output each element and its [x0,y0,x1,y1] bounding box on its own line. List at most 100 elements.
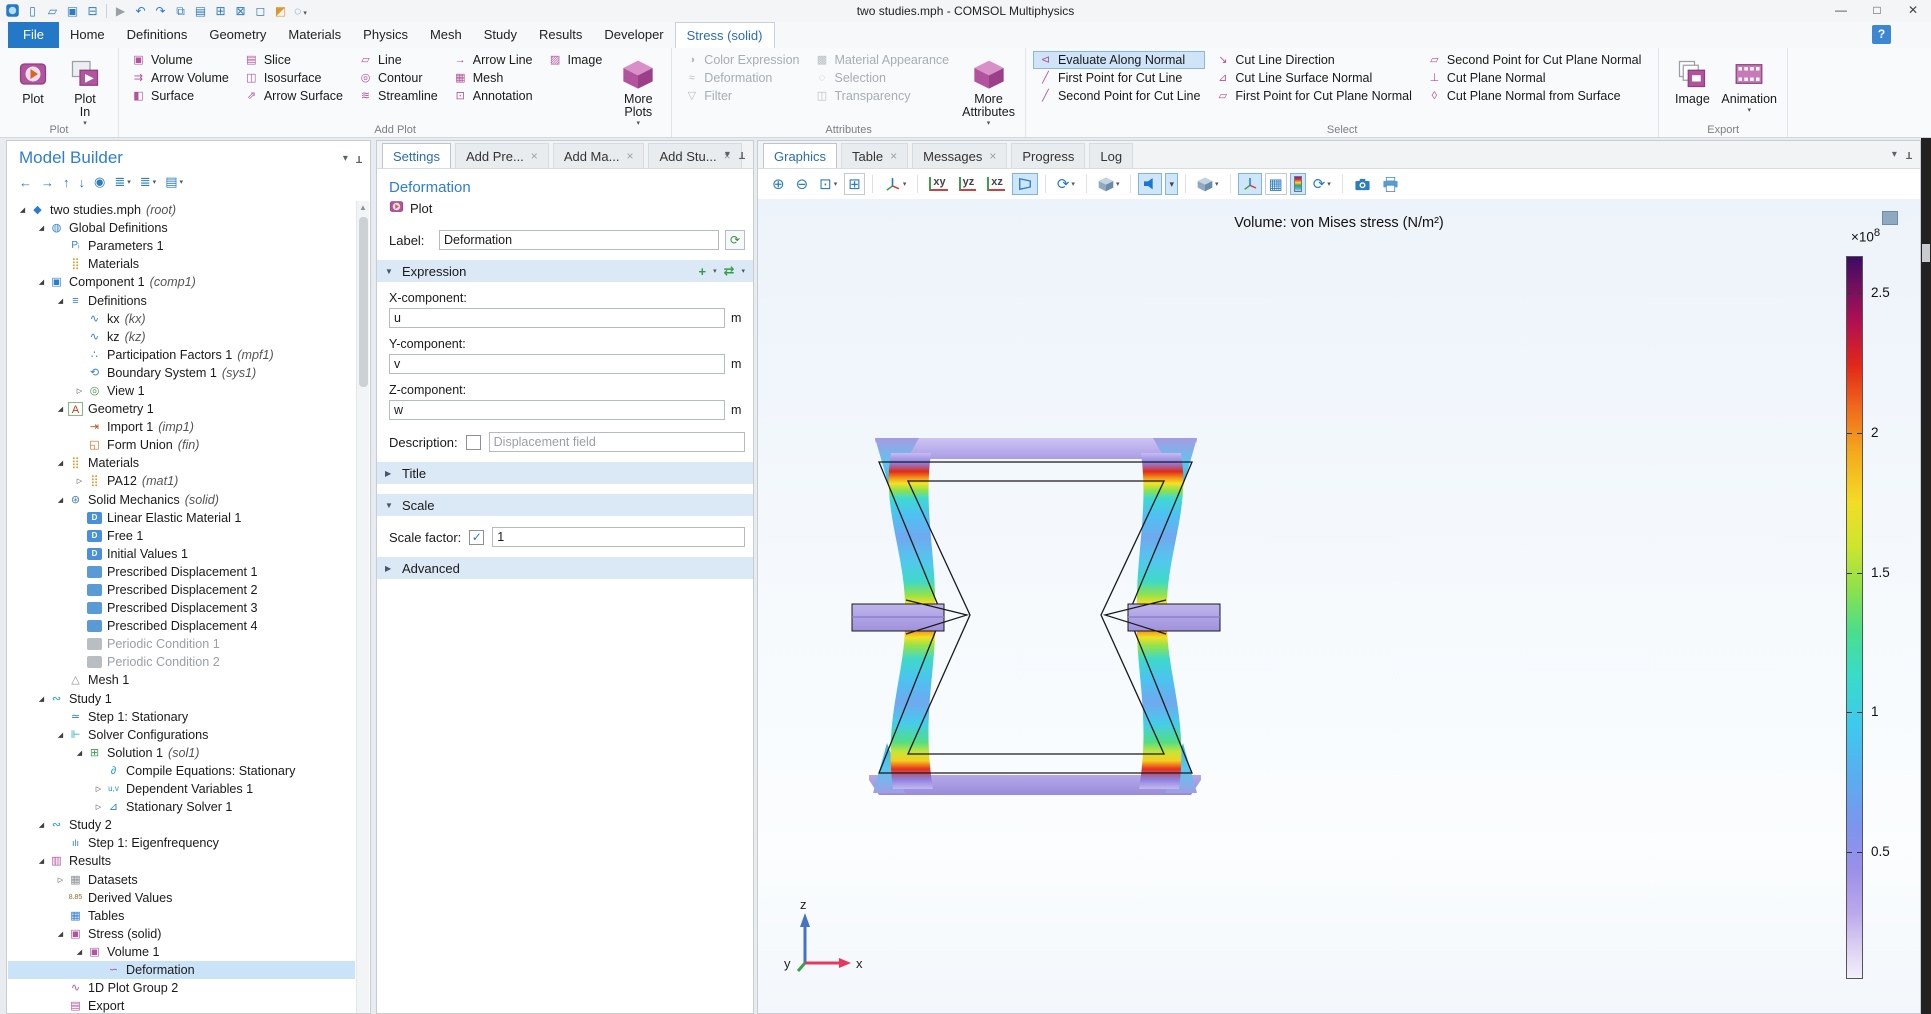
ribbon-annotation[interactable]: ⊡Annotation [448,87,538,105]
ribbon-arrow-volume[interactable]: ⇉Arrow Volume [126,69,234,87]
tree-item-initial-values-1[interactable]: DInitial Values 1 [8,545,355,563]
tree-item-stress-solid[interactable]: ◢▣Stress (solid) [8,925,355,943]
scrollbar-thumb[interactable] [359,217,368,387]
model-tree-scrollbar[interactable]: ▲ [356,201,369,1013]
tree-item-step-1-eigenfrequency[interactable]: ılıStep 1: Eigenfrequency [8,834,355,852]
graphics-tab-graphics[interactable]: Graphics [763,143,837,168]
pin-icon[interactable]: T [739,149,745,160]
close-icon[interactable]: × [626,151,633,161]
scroll-up-icon[interactable]: ▲ [357,201,369,215]
pin-icon[interactable]: T [1906,149,1912,160]
move-down-icon[interactable]: ↓ [79,175,86,190]
ribbon-contour[interactable]: ◎Contour [353,69,443,87]
tree-item-materials[interactable]: ⣿Materials [8,255,355,273]
tree-item-view-1[interactable]: ▷◎View 1 [8,382,355,400]
undo-icon[interactable]: ↶ [132,3,149,20]
collapsed-arrow-icon[interactable]: ▷ [54,876,67,884]
scale-factor-input[interactable] [492,527,745,547]
zoom-out-button[interactable]: ⊖ [792,173,813,195]
run-icon[interactable]: ▶ [112,3,129,20]
tree-item-mesh-1[interactable]: △Mesh 1 [8,671,355,689]
tree-item-free-1[interactable]: DFree 1 [8,527,355,545]
ribbon-cut-plane-normal[interactable]: ⊥Cut Plane Normal [1422,69,1647,87]
ribbon-arrow-surface[interactable]: ⇗Arrow Surface [239,87,348,105]
expand-all-icon[interactable]: ≣▾ [114,174,130,190]
expanded-arrow-icon[interactable]: ◢ [54,405,67,413]
save-icon[interactable]: ▣ [64,3,81,20]
ribbon-image[interactable]: Image [1669,51,1715,106]
tree-item-pa12-mat1[interactable]: ▷⣿PA12(mat1) [8,472,355,490]
tree-item-deformation[interactable]: ∽Deformation [8,961,355,979]
y-component-input[interactable] [389,354,725,374]
expanded-arrow-icon[interactable]: ◢ [54,496,67,504]
ribbon-tab-materials[interactable]: Materials [277,22,352,48]
ribbon-tab-home[interactable]: Home [59,22,116,48]
collapse-all-icon[interactable]: ≣▾ [140,174,156,190]
maximize-button[interactable]: □ [1859,0,1895,22]
forward-icon[interactable]: → [41,175,54,190]
tree-item-linear-elastic-material-1[interactable]: DLinear Elastic Material 1 [8,509,355,527]
pin-icon[interactable]: T [356,153,362,164]
expanded-arrow-icon[interactable]: ◢ [35,821,48,829]
ribbon-surface[interactable]: ◧Surface [126,87,234,105]
tree-item-export[interactable]: ▤Export [8,997,355,1013]
settings-tab-add-ma[interactable]: Add Ma...× [553,143,645,168]
zoom-box-button[interactable]: ⊡▾ [815,173,841,195]
ribbon-tab-file[interactable]: File [8,22,59,48]
settings-tab-add-pre[interactable]: Add Pre...× [455,143,549,168]
x-component-input[interactable] [389,308,725,328]
model-builder-menu-icon[interactable]: ▾ [343,153,348,164]
tree-item-component-1-comp1[interactable]: ◢▣Component 1(comp1) [8,273,355,291]
save-as-icon[interactable]: ⊟ [84,3,101,20]
expanded-arrow-icon[interactable]: ◢ [73,948,86,956]
close-icon[interactable]: × [989,151,996,161]
open-file-icon[interactable]: ▱ [44,3,61,20]
tree-item-stationary-solver-1[interactable]: ▷⊿Stationary Solver 1 [8,798,355,816]
view-xy-button[interactable]: xy [925,173,951,195]
tree-item-volume-1[interactable]: ◢▣Volume 1 [8,943,355,961]
plot-area[interactable]: Volume: von Mises stress (N/m²) [758,199,1920,1013]
paste-icon[interactable]: ▤ [192,3,209,20]
tree-item-results[interactable]: ◢▥Results [8,852,355,870]
advanced-section-header[interactable]: ▶ Advanced [377,557,753,579]
axis-orientation-toggle-button[interactable] [1238,173,1262,195]
graphics-tab-progress[interactable]: Progress [1011,143,1085,168]
graphics-tab-table[interactable]: Table× [841,143,908,168]
color-legend-toggle-button[interactable] [1290,173,1306,195]
expanded-arrow-icon[interactable]: ◢ [54,297,67,305]
redo-icon[interactable]: ↷ [152,3,169,20]
tree-item-derived-values[interactable]: 8.85Derived Values [8,889,355,907]
expanded-arrow-icon[interactable]: ◢ [35,857,48,865]
tree-item-1d-plot-group-2[interactable]: ∿1D Plot Group 2 [8,979,355,997]
highlight-icon[interactable]: ◩ [272,3,289,20]
tree-item-two-studies-mph-root[interactable]: ◢◆two studies.mph(root) [8,201,355,219]
close-button[interactable]: ✕ [1895,0,1931,22]
ribbon-tab-developer[interactable]: Developer [593,22,674,48]
rename-plot-icon[interactable]: ⟳ [725,230,745,250]
tree-item-study-1[interactable]: ◢∾Study 1 [8,690,355,708]
new-file-icon[interactable]: ▯ [24,3,41,20]
ribbon-first-point-for-cut-plane-normal[interactable]: ▱First Point for Cut Plane Normal [1210,87,1416,105]
ribbon-tab-results[interactable]: Results [528,22,593,48]
ribbon-tab-stress-solid[interactable]: Stress (solid) [675,22,775,48]
expanded-arrow-icon[interactable]: ◢ [73,749,86,757]
settings-plot-button[interactable]: Plot [410,201,432,216]
title-section-header[interactable]: ▶ Title [377,462,753,484]
app-logo-icon[interactable] [4,3,21,20]
tree-item-tables[interactable]: ▦Tables [8,907,355,925]
tree-item-geometry-1[interactable]: ◢AGeometry 1 [8,400,355,418]
copy-icon[interactable]: ⧉ [172,3,189,20]
tree-item-solver-configurations[interactable]: ◢⊩Solver Configurations [8,726,355,744]
minimize-button[interactable]: — [1823,0,1859,22]
tree-item-kz-kz[interactable]: ∿kz(kz) [8,328,355,346]
show-icon[interactable]: ◉ [94,174,105,190]
tree-item-study-2[interactable]: ◢∾Study 2 [8,816,355,834]
ribbon-volume[interactable]: ▣Volume [126,51,234,69]
ribbon-second-point-for-cut-plane-normal[interactable]: ▱Second Point for Cut Plane Normal [1422,51,1647,69]
ribbon-tab-mesh[interactable]: Mesh [419,22,473,48]
ribbon-plot-in[interactable]: PlotIn▾ [62,51,108,127]
tree-item-prescribed-displacement-3[interactable]: Prescribed Displacement 3 [8,599,355,617]
tree-item-kx-kx[interactable]: ∿kx(kx) [8,310,355,328]
ribbon-cut-line-surface-normal[interactable]: ⊿Cut Line Surface Normal [1210,69,1416,87]
description-checkbox[interactable] [466,435,481,450]
